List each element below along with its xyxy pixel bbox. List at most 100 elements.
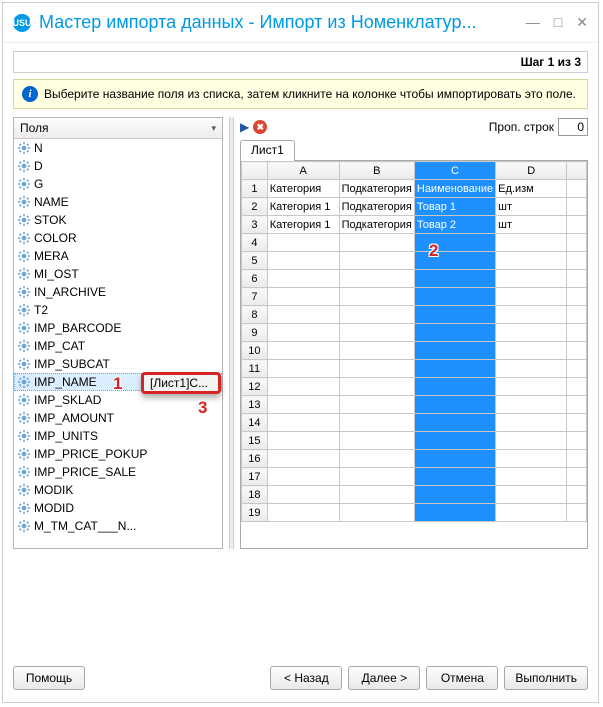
cell[interactable]: [414, 432, 495, 450]
col-header[interactable]: A: [267, 162, 339, 180]
field-row[interactable]: STOK: [14, 211, 222, 229]
row-header[interactable]: 11: [242, 360, 268, 378]
cell[interactable]: [267, 414, 339, 432]
cell[interactable]: Категория: [267, 180, 339, 198]
cell[interactable]: [267, 486, 339, 504]
run-button[interactable]: Выполнить: [504, 666, 588, 690]
cell[interactable]: Товар 2: [414, 216, 495, 234]
stop-icon[interactable]: ✖: [253, 120, 267, 134]
cell[interactable]: [267, 450, 339, 468]
cell[interactable]: [339, 234, 414, 252]
field-row[interactable]: IMP_AMOUNT: [14, 409, 222, 427]
cell[interactable]: [496, 450, 567, 468]
field-row[interactable]: NAME: [14, 193, 222, 211]
cell[interactable]: [339, 396, 414, 414]
cell[interactable]: [267, 396, 339, 414]
cell[interactable]: [339, 432, 414, 450]
cell[interactable]: [414, 396, 495, 414]
cell[interactable]: [496, 270, 567, 288]
cell[interactable]: [496, 468, 567, 486]
field-row[interactable]: IMP_PRICE_SALE: [14, 463, 222, 481]
cell[interactable]: [267, 378, 339, 396]
field-row[interactable]: COLOR: [14, 229, 222, 247]
splitter-handle[interactable]: [229, 117, 234, 549]
field-row[interactable]: IMP_UNITS: [14, 427, 222, 445]
cell[interactable]: [496, 432, 567, 450]
field-row[interactable]: N: [14, 139, 222, 157]
col-header[interactable]: B: [339, 162, 414, 180]
cell[interactable]: [339, 450, 414, 468]
cell[interactable]: [414, 504, 495, 522]
row-header[interactable]: 13: [242, 396, 268, 414]
row-header[interactable]: 12: [242, 378, 268, 396]
cell[interactable]: [414, 252, 495, 270]
cell[interactable]: [267, 288, 339, 306]
back-button[interactable]: < Назад: [270, 666, 342, 690]
cell[interactable]: [339, 486, 414, 504]
cell[interactable]: шт: [496, 198, 567, 216]
cell[interactable]: [496, 396, 567, 414]
fields-header[interactable]: Поля ▾: [14, 118, 222, 139]
cell[interactable]: [267, 234, 339, 252]
cell[interactable]: [496, 234, 567, 252]
cell[interactable]: [267, 342, 339, 360]
field-row[interactable]: MODID: [14, 499, 222, 517]
cell[interactable]: [496, 252, 567, 270]
cell[interactable]: [496, 342, 567, 360]
field-row[interactable]: MERA: [14, 247, 222, 265]
row-header[interactable]: 19: [242, 504, 268, 522]
field-row[interactable]: IMP_PRICE_POKUP: [14, 445, 222, 463]
field-row[interactable]: IMP_BARCODE: [14, 319, 222, 337]
row-header[interactable]: 5: [242, 252, 268, 270]
cell[interactable]: [339, 288, 414, 306]
cell[interactable]: [496, 324, 567, 342]
cell[interactable]: [339, 378, 414, 396]
field-row[interactable]: IMP_SUBCAT: [14, 355, 222, 373]
cell[interactable]: Товар 1: [414, 198, 495, 216]
fields-list[interactable]: NDGNAMESTOKCOLORMERAMI_OSTIN_ARCHIVET2IM…: [14, 139, 222, 548]
cell[interactable]: [414, 414, 495, 432]
cell[interactable]: [496, 378, 567, 396]
row-header[interactable]: 1: [242, 180, 268, 198]
cell[interactable]: [339, 306, 414, 324]
cell[interactable]: [339, 342, 414, 360]
cell[interactable]: [414, 324, 495, 342]
cell[interactable]: [414, 270, 495, 288]
cell[interactable]: [414, 288, 495, 306]
row-header[interactable]: 6: [242, 270, 268, 288]
field-row[interactable]: G: [14, 175, 222, 193]
cell[interactable]: Подкатегория: [339, 216, 414, 234]
cell[interactable]: [414, 234, 495, 252]
cell[interactable]: [267, 468, 339, 486]
cell[interactable]: [414, 486, 495, 504]
sheet-tab[interactable]: Лист1: [240, 140, 295, 161]
cell[interactable]: [414, 306, 495, 324]
cell[interactable]: шт: [496, 216, 567, 234]
help-button[interactable]: Помощь: [13, 666, 85, 690]
cell[interactable]: [267, 270, 339, 288]
cell[interactable]: [414, 468, 495, 486]
cell[interactable]: [496, 306, 567, 324]
row-header[interactable]: 16: [242, 450, 268, 468]
cell[interactable]: [339, 414, 414, 432]
row-header[interactable]: 9: [242, 324, 268, 342]
col-header[interactable]: D: [496, 162, 567, 180]
cell[interactable]: Подкатегория: [339, 198, 414, 216]
cell[interactable]: Подкатегория: [339, 180, 414, 198]
cell[interactable]: [496, 414, 567, 432]
row-header[interactable]: 2: [242, 198, 268, 216]
row-header[interactable]: 17: [242, 468, 268, 486]
cell[interactable]: [496, 360, 567, 378]
cell[interactable]: [496, 288, 567, 306]
next-button[interactable]: Далее >: [348, 666, 420, 690]
chevron-down-icon[interactable]: ▾: [211, 123, 216, 134]
cell[interactable]: [339, 360, 414, 378]
cell[interactable]: [267, 432, 339, 450]
cell[interactable]: [339, 270, 414, 288]
cell[interactable]: [496, 504, 567, 522]
close-button[interactable]: ✕: [576, 14, 588, 31]
skip-rows-input[interactable]: [558, 118, 588, 136]
row-header[interactable]: 14: [242, 414, 268, 432]
col-header[interactable]: C: [414, 162, 495, 180]
row-header[interactable]: 8: [242, 306, 268, 324]
